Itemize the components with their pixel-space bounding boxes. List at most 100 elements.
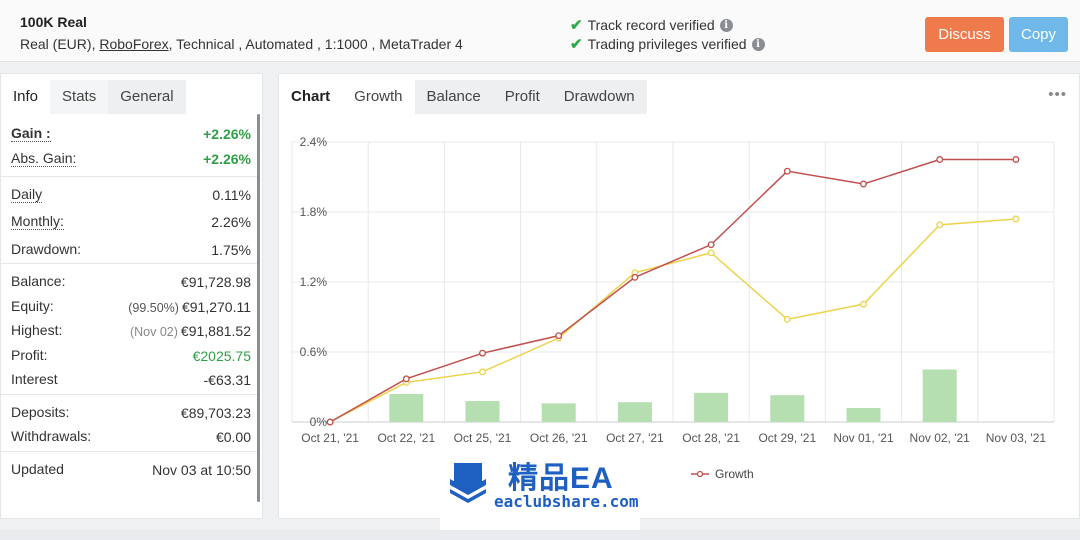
account-header: 100K Real Real (EUR), RoboForex, Technic… [0, 0, 1080, 62]
x-tick-label: Nov 01, '21 [833, 431, 894, 445]
series-point [631, 273, 639, 281]
account-type: Real (EUR), [20, 36, 96, 52]
bar-3 [541, 403, 576, 422]
balance-value: €91,728.98 [180, 274, 251, 290]
y-tick-label: 2.4% [300, 135, 328, 149]
gain-value: +2.26% [203, 126, 251, 142]
withdrawals-value: €0.00 [215, 429, 251, 445]
watermark: 精品EA eaclubshare.com [440, 445, 640, 540]
stacked-layers-logo-icon [450, 463, 486, 503]
stat-row-equity: Equity: (99.50%) €91,270.11 [1, 293, 259, 318]
y-tick-label: 0% [310, 415, 328, 429]
watermark-title: 精品EA [508, 462, 614, 495]
stats-tabs: Info Stats General [1, 80, 262, 114]
daily-value: 0.11% [212, 186, 251, 203]
daily-label[interactable]: Daily [11, 186, 43, 203]
legend-label: Growth [715, 467, 754, 481]
series-point [479, 368, 486, 376]
deposits-value: €89,703.23 [180, 404, 251, 421]
trading-privileges-verified: ✔ Trading privileges verified i [570, 35, 765, 53]
growth-chart: 0% 0.6% 1.2% 1.8% 2.4% Oct 21, '21 Oct 22, '21… [291, 135, 1055, 481]
stat-row-highest: Highest: (Nov 02) €91,881.52 [1, 317, 259, 342]
series-point [783, 167, 791, 175]
balance-label: Balance: [11, 273, 66, 289]
tab-stats[interactable]: Stats [50, 80, 109, 114]
equity-percent: (99.50%) [128, 300, 179, 315]
copy-button[interactable]: Copy [1009, 17, 1068, 52]
chart-heading: Chart [279, 80, 343, 114]
abs-gain-label[interactable]: Abs. Gain: [11, 150, 77, 167]
tab-drawdown[interactable]: Drawdown [551, 80, 647, 114]
highest-label: Highest: [11, 322, 63, 338]
account-subtitle: Real (EUR), RoboForex, Technical , Autom… [20, 36, 463, 52]
profit-value: €2025.75 [192, 347, 251, 364]
gain-label[interactable]: Gain : [11, 125, 51, 142]
monthly-label[interactable]: Monthly: [11, 213, 64, 230]
series-point [326, 418, 334, 426]
profit-label: Profit: [11, 346, 48, 363]
monthly-value: 2.26% [211, 214, 251, 230]
stat-row-daily: Daily 0.11% [1, 181, 259, 206]
bar-4 [617, 402, 652, 422]
series-point [860, 300, 867, 308]
more-options-icon[interactable]: ••• [1048, 86, 1067, 103]
series-point [783, 315, 791, 323]
info-icon[interactable]: i [751, 37, 765, 51]
tab-balance[interactable]: Balance [414, 80, 493, 114]
bar-7 [846, 408, 881, 422]
watermark-url: eaclubshare.com [494, 492, 639, 511]
info-icon[interactable]: i [719, 18, 733, 32]
x-tick-label: Nov 03, '21 [986, 431, 1047, 445]
stat-row-monthly: Monthly: 2.26% [1, 205, 259, 236]
series-point [860, 180, 867, 188]
divider [1, 393, 259, 395]
interest-value: -€63.31 [203, 372, 251, 388]
series-point [479, 349, 486, 357]
track-record-verified-label: Track record verified [587, 17, 715, 33]
deposits-label: Deposits: [11, 403, 70, 420]
divider [1, 450, 259, 452]
equity-label: Equity: [11, 297, 54, 314]
drawdown-label: Drawdown: [11, 241, 82, 257]
highest-value: (Nov 02) €91,881.52 [130, 323, 251, 339]
series-point [707, 249, 715, 257]
stat-row-balance: Balance: €91,728.98 [1, 268, 259, 293]
footer-strip [0, 530, 1080, 540]
bar-5 [694, 392, 729, 422]
tab-profit[interactable]: Profit [492, 80, 552, 114]
x-tick-label: Nov 02, '21 [910, 431, 971, 445]
legend-marker [696, 470, 704, 478]
highest-amount: €91,881.52 [180, 323, 251, 339]
tab-growth[interactable]: Growth [342, 80, 415, 114]
bar-2 [465, 401, 500, 422]
y-tick-label: 1.2% [300, 275, 328, 289]
withdrawals-label: Withdrawals: [11, 428, 92, 444]
x-tick-label: Oct 28, '21 [682, 431, 740, 445]
updated-value: Nov 03 at 10:50 [152, 461, 251, 478]
stats-list: Gain : +2.26% Abs. Gain: +2.26% Daily 0.… [1, 114, 259, 480]
x-tick-label: Oct 27, '21 [606, 431, 664, 445]
stats-scrollbar[interactable] [257, 114, 260, 502]
bar-1 [389, 394, 424, 422]
stat-row-drawdown: Drawdown: 1.75% [1, 236, 259, 260]
x-tick-label: Oct 25, '21 [454, 431, 512, 445]
tab-general[interactable]: General [108, 80, 186, 114]
x-tick-label: Oct 26, '21 [530, 431, 588, 445]
broker-link[interactable]: RoboForex [99, 36, 168, 52]
discuss-button[interactable]: Discuss [925, 17, 1004, 52]
divider [1, 175, 259, 177]
bar-6 [770, 395, 805, 422]
x-tick-label: Oct 22, '21 [377, 431, 435, 445]
stat-row-deposits: Deposits: €89,703.23 [1, 399, 259, 424]
x-tick-label: Oct 29, '21 [758, 431, 816, 445]
tab-info[interactable]: Info [1, 80, 51, 114]
equity-amount: €91,270.11 [181, 298, 251, 315]
stat-row-updated: Updated Nov 03 at 10:50 [1, 456, 259, 481]
stat-row-interest: Interest -€63.31 [1, 366, 259, 391]
y-tick-label: 0.6% [300, 345, 328, 359]
interest-label: Interest [11, 371, 58, 387]
drawdown-value: 1.75% [211, 242, 251, 258]
account-details: , Technical , Automated , 1:1000 , MetaT… [168, 36, 463, 52]
stat-row-profit: Profit: €2025.75 [1, 342, 259, 367]
check-icon: ✔ [570, 36, 583, 53]
